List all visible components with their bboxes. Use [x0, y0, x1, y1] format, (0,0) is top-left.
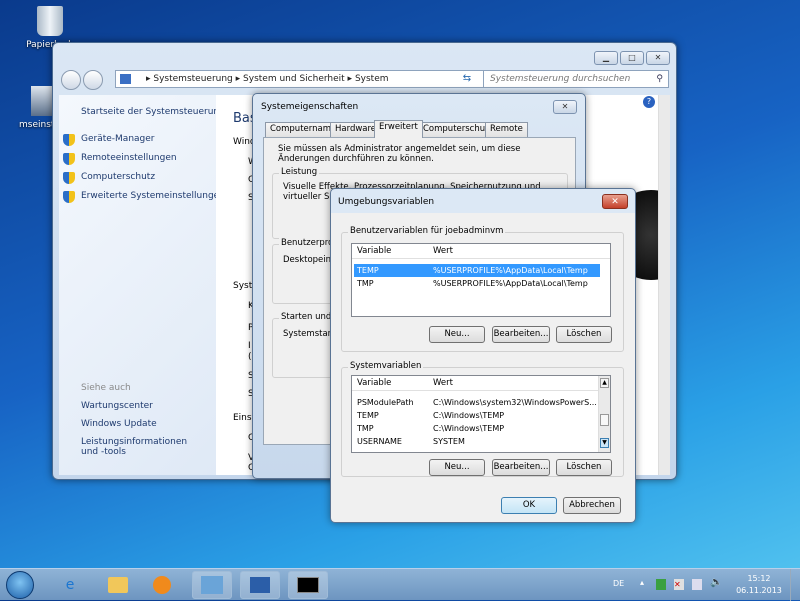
- breadcrumb-systemsteuerung[interactable]: ▸ Systemsteuerung: [146, 74, 233, 84]
- recycle-bin-icon: [37, 6, 63, 36]
- close-button[interactable]: ✕: [646, 51, 670, 65]
- ok-button[interactable]: OK: [501, 497, 557, 514]
- minimize-button[interactable]: ▁: [594, 51, 618, 65]
- installer-icon: [31, 86, 53, 116]
- link-remote-settings[interactable]: Remoteeinstellungen: [81, 153, 177, 163]
- group-label: Systemvariablen: [348, 361, 424, 371]
- system-new-button[interactable]: Neu...: [429, 459, 485, 476]
- refresh-button[interactable]: ⇆: [457, 70, 477, 88]
- search-input[interactable]: Systemsteuerung durchsuchen ⚲: [483, 70, 669, 88]
- help-icon[interactable]: ?: [643, 96, 655, 108]
- content-scrollbar[interactable]: [658, 95, 670, 475]
- show-desktop-button[interactable]: [790, 569, 800, 601]
- column-value[interactable]: Wert: [433, 244, 453, 259]
- column-value[interactable]: Wert: [433, 376, 453, 391]
- shield-icon: [63, 134, 75, 146]
- clock-date: 06.11.2013: [736, 586, 782, 595]
- dialog-title: Umgebungsvariablen: [338, 197, 435, 207]
- scroll-down-arrow[interactable]: ▼: [600, 438, 609, 448]
- breadcrumb-system[interactable]: ▸ System: [348, 74, 389, 84]
- search-icon: ⚲: [656, 74, 663, 84]
- volume-icon[interactable]: 🔈: [710, 577, 722, 588]
- cancel-button[interactable]: Abbrechen: [563, 497, 621, 514]
- internet-explorer-icon[interactable]: e: [50, 571, 90, 599]
- control-panel-taskbar-icon[interactable]: [192, 571, 232, 599]
- list-header: Variable Wert: [352, 376, 610, 391]
- maximize-button[interactable]: □: [620, 51, 644, 65]
- see-also-label: Siehe auch: [81, 383, 131, 393]
- media-player-icon[interactable]: [142, 571, 182, 599]
- admin-note: Sie müssen als Administrator angemeldet …: [278, 144, 521, 164]
- close-button[interactable]: ✕: [602, 194, 628, 209]
- link-control-panel-home[interactable]: Startseite der Systemsteuerung: [81, 107, 225, 117]
- shield-icon: [63, 191, 75, 203]
- system-variables-list[interactable]: Variable Wert PSModulePath C:\Windows\sys…: [351, 375, 611, 453]
- system-properties-taskbar-icon[interactable]: [240, 571, 280, 599]
- tab-remote[interactable]: Remote: [485, 122, 528, 137]
- scroll-thumb[interactable]: [600, 414, 609, 426]
- user-new-button[interactable]: Neu...: [429, 326, 485, 343]
- dialog-title: Systemeigenschaften: [261, 102, 359, 112]
- user-delete-button[interactable]: Löschen: [556, 326, 612, 343]
- start-button[interactable]: [6, 571, 34, 599]
- file-explorer-icon[interactable]: [98, 571, 138, 599]
- forward-button[interactable]: [83, 70, 103, 90]
- control-panel-icon: [120, 74, 131, 84]
- tab-erweitert[interactable]: Erweitert: [374, 120, 423, 138]
- close-button[interactable]: ✕: [553, 100, 577, 114]
- breadcrumb-system-und-sicherheit[interactable]: ▸ System und Sicherheit: [236, 74, 345, 84]
- content-text: I: [248, 341, 251, 351]
- system-list-scrollbar[interactable]: ▲ ▼: [598, 376, 610, 452]
- show-hidden-icons[interactable]: ▴: [640, 578, 644, 587]
- link-performance-tools[interactable]: Leistungsinformationen und -tools: [81, 437, 206, 457]
- link-windows-update[interactable]: Windows Update: [81, 419, 157, 429]
- link-system-protection[interactable]: Computerschutz: [81, 172, 155, 182]
- group-label: Leistung: [279, 167, 320, 177]
- network-icon[interactable]: [692, 579, 702, 590]
- left-pane: Startseite der Systemsteuerung Geräte-Ma…: [59, 95, 225, 475]
- list-header: Variable Wert: [352, 244, 610, 259]
- environment-variables-dialog: Umgebungsvariablen ✕ Benutzervariablen f…: [330, 188, 636, 523]
- command-prompt-icon[interactable]: [288, 571, 328, 599]
- action-center-icon[interactable]: [656, 579, 666, 590]
- shield-icon: [63, 172, 75, 184]
- user-edit-button[interactable]: Bearbeiten...: [492, 326, 550, 343]
- system-delete-button[interactable]: Löschen: [556, 459, 612, 476]
- list-item[interactable]: TMP %USERPROFILE%\AppData\Local\Temp: [354, 277, 600, 290]
- link-advanced-settings[interactable]: Erweiterte Systemeinstellungen: [81, 191, 225, 201]
- group-label: Benutzervariablen für joebadminvm: [348, 226, 506, 236]
- user-variables-list[interactable]: Variable Wert TEMP %USERPROFILE%\AppData\…: [351, 243, 611, 317]
- clock[interactable]: 15:12 06.11.2013: [735, 573, 783, 597]
- link-device-manager[interactable]: Geräte-Manager: [81, 134, 155, 144]
- content-text: (: [248, 352, 252, 362]
- column-variable[interactable]: Variable: [357, 244, 391, 259]
- language-indicator[interactable]: DE: [613, 579, 624, 588]
- back-button[interactable]: [61, 70, 81, 90]
- column-variable[interactable]: Variable: [357, 376, 391, 391]
- shield-icon: [63, 153, 75, 165]
- system-edit-button[interactable]: Bearbeiten...: [492, 459, 550, 476]
- list-item[interactable]: TEMP %USERPROFILE%\AppData\Local\Temp: [354, 264, 600, 277]
- clock-time: 15:12: [747, 574, 771, 583]
- link-action-center[interactable]: Wartungscenter: [81, 401, 153, 411]
- network-error-icon[interactable]: ✕: [674, 579, 684, 590]
- taskbar: e DE ▴ ✕ 🔈 15:12 06.11.2013: [0, 568, 800, 601]
- address-bar[interactable]: ▸ Systemsteuerung ▸ System und Sicherhei…: [115, 70, 507, 88]
- scroll-up-arrow[interactable]: ▲: [600, 378, 609, 388]
